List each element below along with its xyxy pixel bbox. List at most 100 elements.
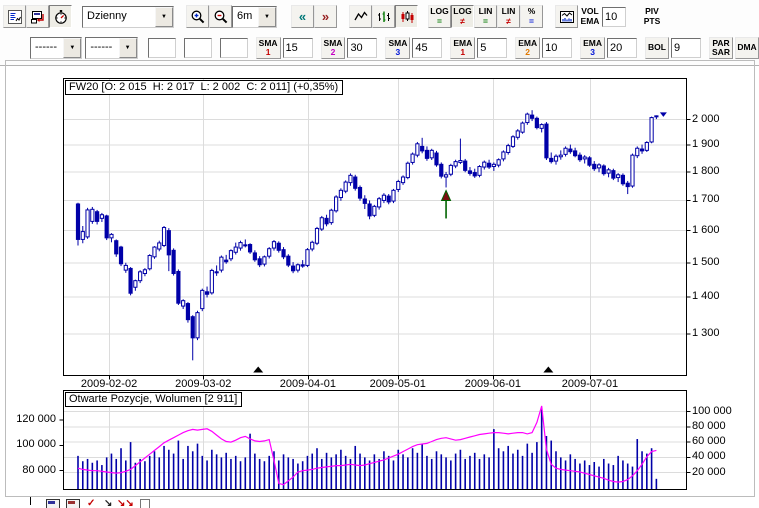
chart-canvas[interactable] bbox=[0, 0, 759, 508]
candle bbox=[563, 147, 568, 155]
candle bbox=[181, 300, 186, 307]
candle bbox=[434, 152, 439, 166]
candle bbox=[166, 230, 171, 256]
candle bbox=[161, 227, 167, 246]
candle bbox=[611, 170, 616, 179]
candle bbox=[138, 271, 143, 282]
document-button[interactable] bbox=[140, 499, 150, 508]
candle bbox=[343, 181, 348, 192]
axis-ticks bbox=[59, 119, 691, 474]
candle bbox=[467, 170, 473, 174]
confirm-button[interactable]: ✓ bbox=[87, 499, 95, 508]
candle bbox=[276, 242, 281, 251]
candle bbox=[319, 217, 324, 230]
candle bbox=[271, 241, 277, 249]
candle bbox=[238, 242, 243, 249]
candle bbox=[573, 150, 578, 157]
candle bbox=[300, 264, 305, 267]
candle bbox=[185, 303, 191, 321]
candle bbox=[472, 172, 477, 177]
candle bbox=[95, 211, 100, 222]
expiry-triangle-marker bbox=[543, 366, 554, 373]
candle bbox=[606, 169, 611, 174]
candle bbox=[104, 215, 109, 239]
candle bbox=[391, 189, 396, 202]
candle bbox=[204, 291, 210, 295]
candle bbox=[396, 181, 401, 190]
candle bbox=[577, 154, 582, 161]
candle bbox=[644, 141, 649, 151]
candle bbox=[123, 264, 128, 271]
candle bbox=[616, 174, 621, 179]
candle bbox=[353, 176, 358, 189]
candle bbox=[247, 244, 253, 253]
candle bbox=[405, 162, 410, 179]
candle bbox=[133, 280, 138, 288]
candle bbox=[195, 312, 200, 339]
candle bbox=[491, 163, 496, 168]
candle bbox=[348, 174, 353, 184]
candle bbox=[357, 186, 363, 199]
candle bbox=[515, 130, 520, 138]
candle bbox=[429, 149, 434, 159]
candle bbox=[243, 244, 248, 247]
candle bbox=[90, 208, 95, 222]
candle bbox=[176, 270, 181, 304]
status-icon-bar: ✓ ↘ ↘↘ bbox=[0, 497, 759, 508]
candle bbox=[630, 154, 635, 187]
candle bbox=[592, 163, 597, 170]
candle bbox=[544, 123, 549, 159]
candle bbox=[219, 256, 224, 271]
save-layout-button[interactable] bbox=[46, 499, 60, 508]
candlesticks bbox=[75, 110, 659, 361]
candle bbox=[190, 316, 195, 339]
candle bbox=[620, 174, 626, 185]
candle bbox=[649, 117, 654, 143]
candle bbox=[415, 143, 420, 156]
candle bbox=[329, 209, 334, 224]
panel-frames bbox=[63, 78, 687, 490]
chart-region-border bbox=[5, 60, 755, 497]
candle bbox=[510, 136, 516, 147]
candle bbox=[439, 163, 444, 177]
candle bbox=[635, 147, 640, 157]
candle bbox=[314, 227, 320, 244]
alert-arrows-button[interactable]: ↘↘ bbox=[117, 499, 134, 508]
sort-arrow-button[interactable]: ↘ bbox=[104, 499, 112, 508]
candle bbox=[338, 189, 343, 199]
candle bbox=[286, 255, 291, 266]
candle bbox=[453, 161, 458, 167]
candle bbox=[654, 115, 659, 118]
candle bbox=[233, 246, 238, 253]
candle bbox=[420, 145, 425, 152]
candle bbox=[209, 269, 214, 294]
volume-bars bbox=[77, 407, 658, 489]
candle bbox=[99, 214, 105, 219]
candle bbox=[482, 161, 487, 168]
candle bbox=[372, 205, 377, 216]
candle bbox=[295, 264, 300, 271]
candle bbox=[147, 255, 152, 270]
candle bbox=[171, 249, 176, 274]
expiry-triangle-marker bbox=[253, 366, 264, 373]
candle bbox=[448, 164, 453, 175]
candle bbox=[549, 157, 554, 163]
candle bbox=[281, 249, 286, 258]
text-cursor bbox=[30, 497, 31, 505]
candle bbox=[200, 289, 205, 310]
gridlines bbox=[63, 78, 687, 490]
candle bbox=[424, 149, 430, 159]
candle bbox=[257, 258, 262, 266]
candle bbox=[587, 157, 592, 166]
candle bbox=[381, 194, 387, 201]
candle bbox=[80, 231, 85, 240]
load-layout-button[interactable] bbox=[66, 499, 80, 508]
candle bbox=[252, 252, 257, 261]
candle bbox=[582, 156, 587, 160]
candle bbox=[506, 145, 511, 153]
candle bbox=[525, 113, 530, 124]
candle bbox=[530, 114, 535, 119]
candle bbox=[596, 164, 602, 169]
candle bbox=[443, 174, 449, 178]
candle bbox=[501, 151, 506, 160]
